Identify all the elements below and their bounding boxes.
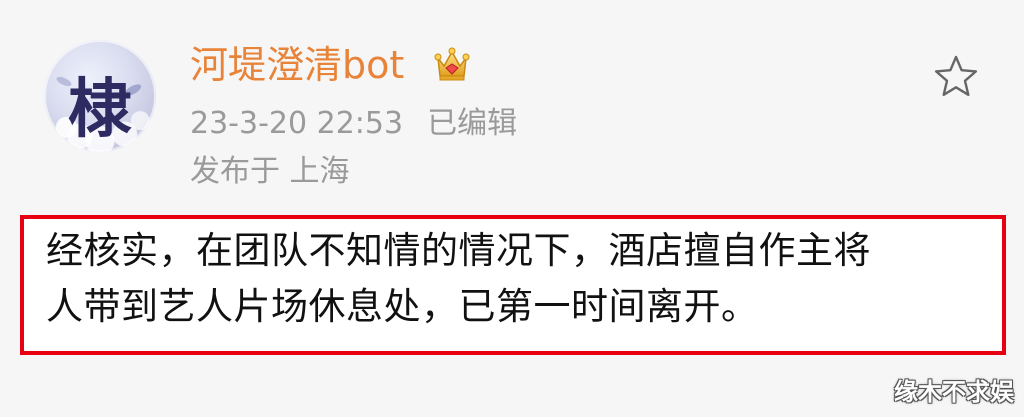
avatar-glyph: 棣 — [68, 72, 132, 147]
crown-badge-icon[interactable] — [432, 44, 472, 84]
edited-label[interactable]: 已编辑 — [427, 106, 517, 141]
post-text-line: 人带到艺人片场休息处，已第一时间离开。 — [46, 285, 759, 328]
post-location: 发布于 上海 — [190, 154, 350, 189]
highlighted-post-content: 经核实，在团队不知情的情况下，酒店擅自作主将 人带到艺人片场休息处，已第一时间离… — [20, 215, 1006, 355]
avatar[interactable]: 棣 — [44, 40, 156, 152]
username-link[interactable]: 河堤澄清bot — [190, 40, 404, 90]
post-text: 经核实，在团队不知情的情况下，酒店擅自作主将 人带到艺人片场休息处，已第一时间离… — [46, 223, 986, 335]
star-outline-icon[interactable] — [932, 52, 980, 100]
post-meta: 23-3-20 22:53 已编辑 — [190, 104, 517, 144]
post-timestamp: 23-3-20 22:53 — [190, 106, 404, 141]
post-text-line: 经核实，在团队不知情的情况下，酒店擅自作主将 — [46, 229, 871, 272]
weibo-post-card: 棣 河堤澄清bot 23-3-20 22:53 已编辑 发布于 上海 经核实，在团… — [0, 0, 1024, 417]
watermark: 缘木不求娱 — [894, 378, 1014, 406]
